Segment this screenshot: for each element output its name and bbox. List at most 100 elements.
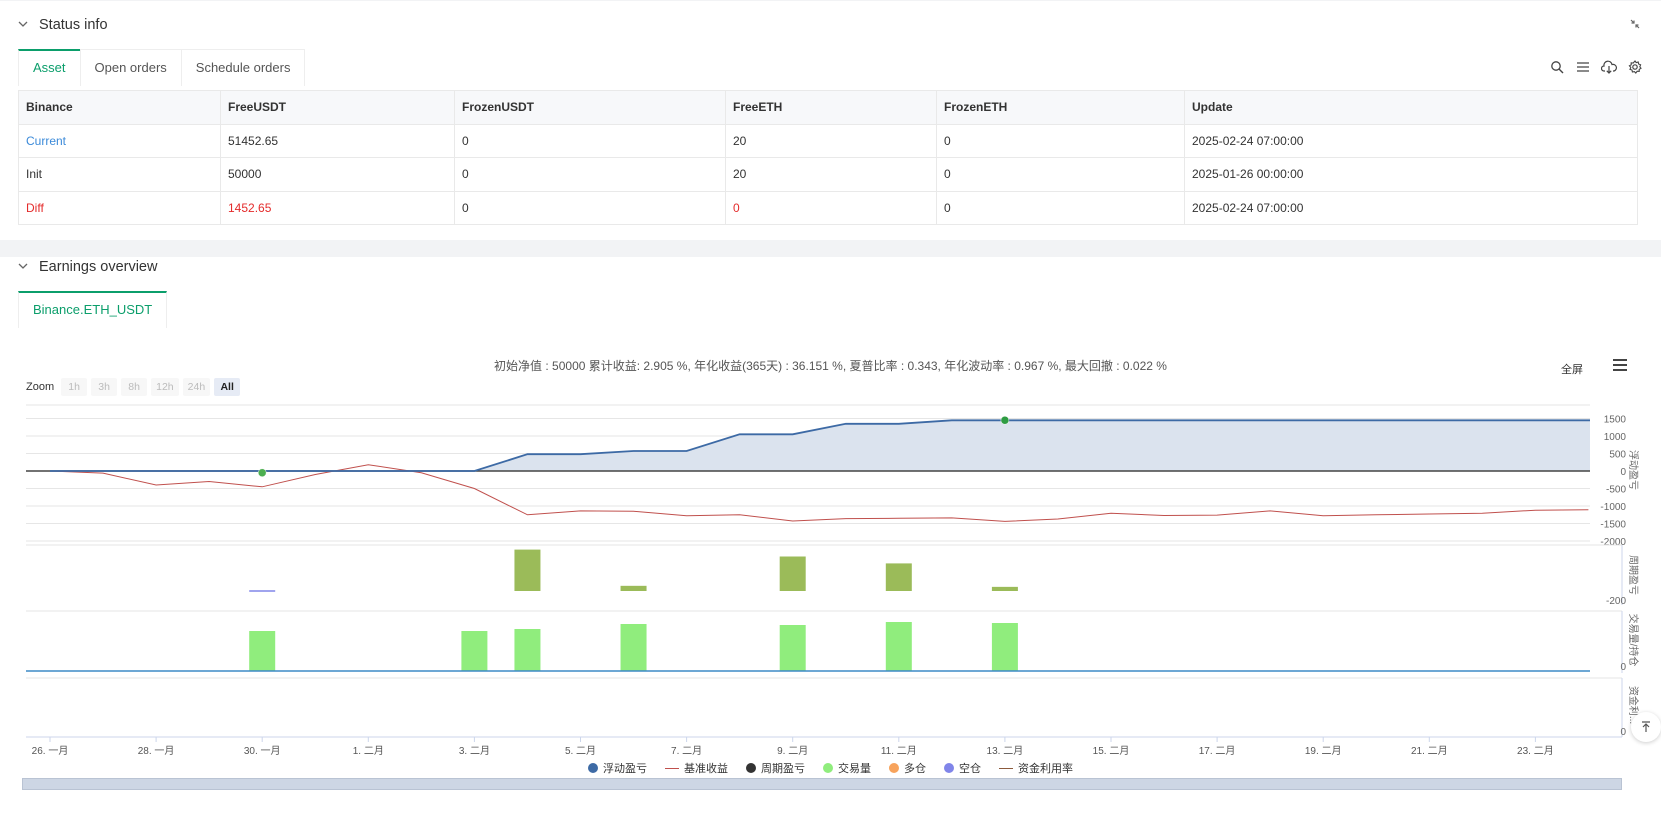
table-cell: 0 [725,190,937,225]
chevron-down-icon[interactable] [18,19,36,32]
list-icon[interactable] [1575,59,1591,75]
asset-table: Binance FreeUSDT FrozenUSDT FreeETH Froz… [18,90,1638,225]
earnings-summary: 初始净值 : 50000 累计收益: 2.905 %, 年化收益(365天) :… [494,359,1167,373]
y-tick-label: 0 [1620,467,1626,478]
zoom-label: Zoom [26,381,55,393]
zoom-8h-button[interactable]: 8h [121,378,148,396]
floating-pnl-area [50,420,1590,471]
zoom-12h-button[interactable]: 12h [151,378,179,396]
x-tick-label: 30. 一月 [244,745,281,757]
axis-title-period-pnl: 周期盈亏 [1627,555,1639,595]
table-cell: 2025-01-26 00:00:00 [1184,157,1638,192]
legend-label: 空仓 [959,763,981,775]
row-label-current[interactable]: Current [18,123,221,158]
tab-schedule-orders[interactable]: Schedule orders [180,49,306,86]
x-tick-label: 11. 二月 [881,745,917,757]
axis-title-floating-pnl: 浮动盈亏 [1627,450,1639,490]
legend-item[interactable]: 浮动盈亏 [588,760,647,776]
zoom-all-button[interactable]: All [214,378,241,396]
volume-bar [991,623,1018,671]
legend-item[interactable]: 交易量 [823,760,871,776]
table-cell: 0 [454,123,726,158]
volume-bar [779,625,806,671]
y-tick-label: 1500 [1604,415,1627,426]
table-cell: 50000 [220,157,455,192]
legend-dot-icon [746,763,756,773]
chart-menu-icon[interactable] [1612,358,1628,375]
volume-bar [461,631,488,671]
table-cell: 2025-02-24 07:00:00 [1184,123,1638,158]
collapse-icon[interactable] [1629,18,1641,33]
tab-open-orders[interactable]: Open orders [79,49,182,86]
settings-icon[interactable] [1627,59,1643,75]
earnings-chart: 1500 1000 500 0 -500 -1000 -1500 -2000 浮动盈亏 -200周… [26,404,1640,757]
row-label-init: Init [18,157,221,192]
legend-item[interactable]: 空仓 [944,760,981,776]
col-header[interactable]: Binance [18,90,221,125]
period-pnl-bar [779,556,806,591]
col-header[interactable]: FrozenETH [936,90,1185,125]
legend-item[interactable]: 资金利用率 [999,760,1073,776]
legend-dot-icon [889,763,899,773]
zoom-bar: Zoom 1h 3h 8h 12h 24h All [26,378,241,396]
volume-bar [885,622,912,671]
tab-binance-eth-usdt[interactable]: Binance.ETH_USDT [18,291,168,328]
col-header[interactable]: FreeUSDT [220,90,455,125]
y-tick-label: -1000 [1600,502,1626,513]
x-tick-label: 28. 一月 [138,745,175,757]
x-tick-label: 26. 一月 [32,745,69,757]
status-header[interactable]: Status info [18,15,108,35]
benchmark-line [49,464,1589,522]
chevron-down-icon[interactable] [18,261,36,274]
zoom-24h-button[interactable]: 24h [182,378,211,396]
period-pnl-bar [514,549,541,591]
table-cell: 51452.65 [220,123,455,158]
x-tick-label: 17. 二月 [1199,745,1236,757]
period-pnl-bar [991,586,1018,591]
table-cell: 20 [725,157,937,192]
y-tick-label: -500 [1606,485,1626,496]
table-toolbar [1549,59,1643,75]
legend-item[interactable]: 基准收益 [665,760,728,776]
range-navigator[interactable] [22,778,1622,790]
table-cell: 1452.65 [220,190,455,225]
x-tick-label: 15. 二月 [1093,745,1130,757]
back-to-top-button[interactable] [1631,712,1661,742]
x-tick-label: 19. 二月 [1305,745,1342,757]
table-cell: 0 [454,190,726,225]
tab-asset[interactable]: Asset [18,49,81,86]
status-title: Status info [39,17,108,33]
col-header[interactable]: Update [1184,90,1638,125]
legend-item[interactable]: 多仓 [889,760,926,776]
y-tick-label: -200 [1606,596,1626,607]
table-row: Diff 1452.65 0 0 0 2025-02-24 07:00:00 [18,190,1638,225]
period-pnl-bar [885,563,912,591]
volume-bar [514,629,541,671]
col-header[interactable]: FrozenUSDT [454,90,726,125]
zoom-3h-button[interactable]: 3h [91,378,118,396]
x-tick-label: 13. 二月 [987,745,1024,757]
zoom-1h-button[interactable]: 1h [61,378,88,396]
search-icon[interactable] [1549,59,1565,75]
trade-marker [257,468,267,477]
table-cell: 0 [936,157,1185,192]
col-header[interactable]: FreeETH [725,90,937,125]
axis-title-volume: 交易量/持仓 [1627,614,1640,667]
cloud-download-icon[interactable] [1601,59,1617,75]
legend-label: 资金利用率 [1018,763,1073,775]
legend-dot-icon [944,763,954,773]
earnings-tabs: Binance.ETH_USDT [18,291,168,328]
period-pnl-bar [620,585,647,591]
legend-item[interactable]: 周期盈亏 [746,760,805,776]
status-tabs: Asset Open orders Schedule orders [18,49,306,86]
y-tick-label: 0 [1620,662,1626,673]
earnings-title: Earnings overview [39,259,158,275]
fullscreen-button[interactable]: 全屏 [1561,361,1583,377]
arrow-up-icon [1642,721,1650,732]
earnings-header[interactable]: Earnings overview [18,257,157,277]
x-tick-label: 5. 二月 [565,745,596,757]
y-tick-label: 500 [1609,450,1626,461]
x-tick-label: 3. 二月 [459,745,490,757]
x-tick-label: 1. 二月 [353,745,384,757]
legend-line-icon [665,767,679,769]
